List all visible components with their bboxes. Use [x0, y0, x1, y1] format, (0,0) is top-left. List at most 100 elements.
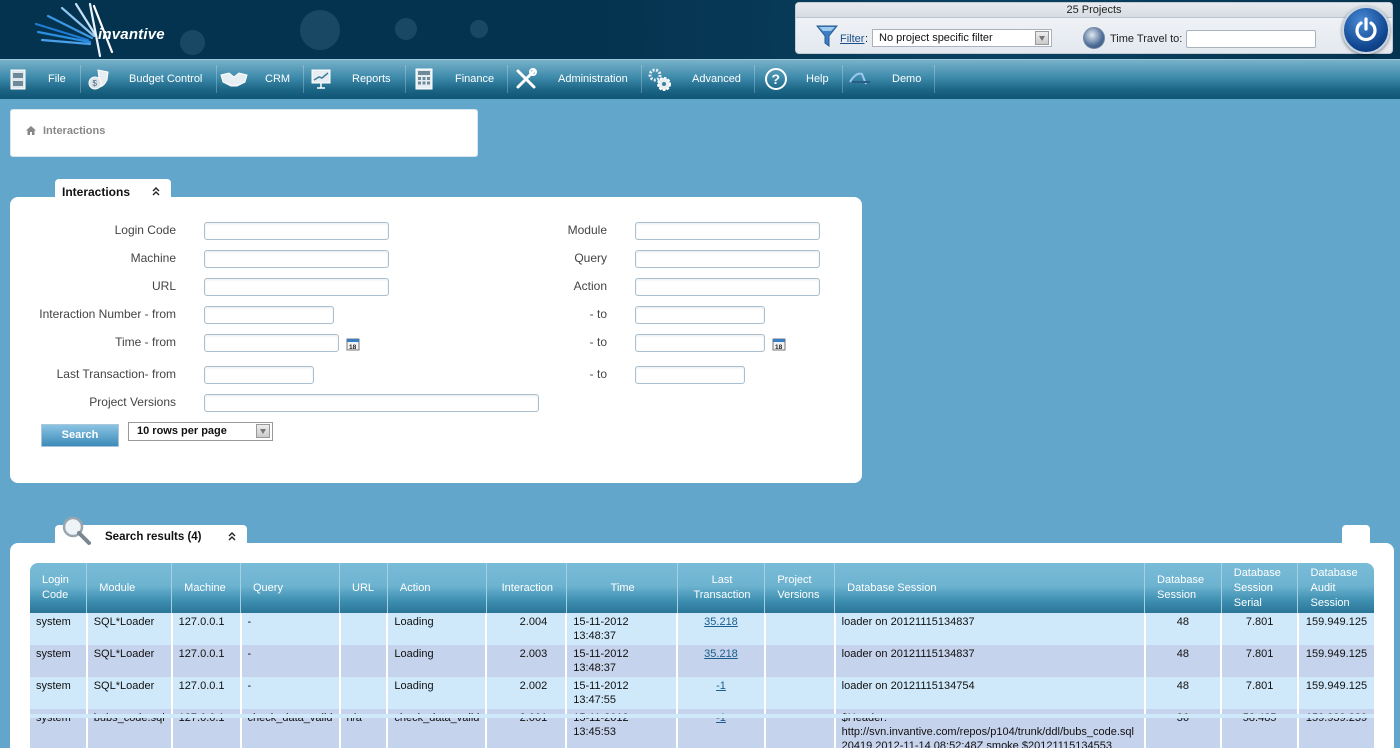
cell-login-code: system — [30, 645, 87, 677]
query-label: Query — [574, 251, 607, 265]
interaction-number-from-input[interactable] — [204, 306, 334, 324]
menu-separator — [507, 65, 508, 93]
cell-project-versions — [763, 645, 835, 677]
menu-separator — [842, 65, 843, 93]
menu-separator — [216, 65, 217, 93]
project-versions-input[interactable] — [204, 394, 539, 412]
last-transaction-link[interactable]: 35.218 — [704, 648, 738, 660]
menu-separator — [641, 65, 642, 93]
cell-project-versions — [763, 677, 835, 709]
filter-link[interactable]: Filter — [840, 33, 864, 45]
cell-db-session-serial: 7.801 — [1220, 613, 1298, 645]
svg-text:?: ? — [772, 71, 781, 87]
filter-colon: : — [865, 33, 869, 45]
table-row[interactable]: system SQL*Loader 127.0.0.1- Loading 2.004 15… — [30, 613, 1374, 645]
table-row[interactable]: system SQL*Loader 127.0.0.1- Loading 2.003 15… — [30, 645, 1374, 677]
cell-db-audit-session: 159.949.125 — [1296, 613, 1374, 645]
query-input[interactable] — [635, 250, 820, 268]
cell-last-transaction: 35.218 — [676, 645, 765, 677]
cell-db-audit-session: 159.949.125 — [1296, 677, 1374, 709]
results-side-tab[interactable] — [1342, 525, 1370, 547]
menu-separator — [80, 65, 81, 93]
search-button[interactable]: Search — [41, 424, 119, 447]
cell-time: 15-11-2012 13:48:37 — [565, 613, 678, 645]
calculator-icon — [415, 68, 433, 90]
interaction-number-to-input[interactable] — [635, 306, 765, 324]
calendar-icon[interactable]: 18 — [346, 337, 360, 351]
menu-separator — [934, 65, 935, 93]
col-database-session[interactable]: Database Session — [1144, 563, 1222, 613]
last-transaction-from-input[interactable] — [204, 366, 314, 384]
menu-label: File — [48, 73, 66, 85]
last-transaction-to-input[interactable] — [635, 366, 745, 384]
chevrons-up-icon[interactable] — [227, 531, 237, 541]
chevron-down-icon[interactable] — [1035, 31, 1049, 45]
menu-label: Finance — [455, 73, 495, 85]
cell-interaction: 2.004 — [485, 613, 567, 645]
menu-label: Demo — [892, 73, 922, 85]
cell-last-transaction: 35.218 — [676, 613, 765, 645]
cell-db-session: 48 — [1143, 613, 1222, 645]
table-row[interactable]: system SQL*Loader 127.0.0.1- Loading 2.002 15… — [30, 677, 1374, 709]
project-filter-box: 25 Projects Filter : No project specific… — [795, 2, 1393, 54]
project-filter-value: No project specific filter — [879, 32, 993, 44]
menu-label: Help — [806, 73, 829, 85]
home-icon[interactable] — [26, 126, 36, 135]
login-code-input[interactable] — [204, 222, 389, 240]
col-query[interactable]: Query — [239, 563, 340, 613]
col-action[interactable]: Action — [386, 563, 487, 613]
rows-per-page-select[interactable]: 10 rows per page — [128, 422, 273, 441]
col-last-transaction[interactable]: Last Transaction — [676, 563, 765, 613]
invantive-logo[interactable]: invantive — [28, 2, 165, 58]
col-database-session-serial[interactable]: Database Session Serial — [1220, 563, 1298, 613]
menu-label: Reports — [352, 73, 391, 85]
cell-machine: 127.0.0.1 — [170, 613, 241, 645]
tab-label: Search results (4) — [105, 531, 202, 543]
chevrons-up-icon[interactable] — [151, 186, 161, 196]
col-project-versions[interactable]: Project Versions — [764, 563, 835, 613]
cell-db-session: 48 — [1143, 645, 1222, 677]
tools-icon — [516, 68, 537, 89]
presentation-chart-icon — [311, 69, 331, 89]
last-transaction-to-label: - to — [589, 367, 607, 381]
project-filter-select[interactable]: No project specific filter — [872, 29, 1052, 47]
action-input[interactable] — [635, 278, 820, 296]
time-travel-input[interactable] — [1186, 30, 1316, 48]
decorative-bubble — [395, 18, 417, 40]
file-cabinet-icon — [10, 69, 26, 90]
logout-button[interactable] — [1342, 6, 1390, 54]
chevron-down-icon[interactable] — [256, 424, 270, 438]
col-login-code[interactable]: Login Code — [30, 563, 87, 613]
module-label: Module — [567, 223, 607, 237]
time-to-input[interactable] — [635, 334, 765, 352]
logo-text: invantive — [98, 26, 165, 43]
col-time[interactable]: Time — [565, 563, 678, 613]
last-transaction-link[interactable]: 35.218 — [704, 616, 738, 628]
url-input[interactable] — [204, 278, 389, 296]
table-footer — [30, 714, 1374, 718]
last-transaction-link[interactable]: -1 — [716, 680, 726, 692]
col-module[interactable]: Module — [86, 563, 172, 613]
decorative-bubble — [470, 20, 488, 38]
col-database-session-name[interactable]: Database Session — [834, 563, 1145, 613]
time-from-input[interactable] — [204, 334, 339, 352]
col-url[interactable]: URL — [339, 563, 388, 613]
calendar-icon[interactable]: 18 — [772, 337, 786, 351]
module-input[interactable] — [635, 222, 820, 240]
table-header-row: Login Code Module Machine Query URL Acti… — [30, 563, 1374, 613]
decorative-bubble — [300, 10, 340, 50]
cell-db-session-serial: 7.801 — [1220, 645, 1298, 677]
cell-time: 15-11-2012 13:47:55 — [565, 677, 678, 709]
tab-interactions[interactable]: Interactions — [55, 179, 171, 199]
menu-separator — [754, 65, 755, 93]
col-interaction[interactable]: Interaction — [485, 563, 567, 613]
time-from-label: Time - from — [115, 335, 176, 349]
machine-input[interactable] — [204, 250, 389, 268]
col-database-audit-session[interactable]: Database Audit Session — [1297, 563, 1374, 613]
menu-label: CRM — [265, 73, 291, 85]
col-machine[interactable]: Machine — [171, 563, 241, 613]
cell-query: - — [239, 645, 340, 677]
cell-last-transaction: -1 — [676, 677, 765, 709]
cell-module: SQL*Loader — [85, 613, 172, 645]
menu-label: Advanced — [692, 73, 741, 85]
